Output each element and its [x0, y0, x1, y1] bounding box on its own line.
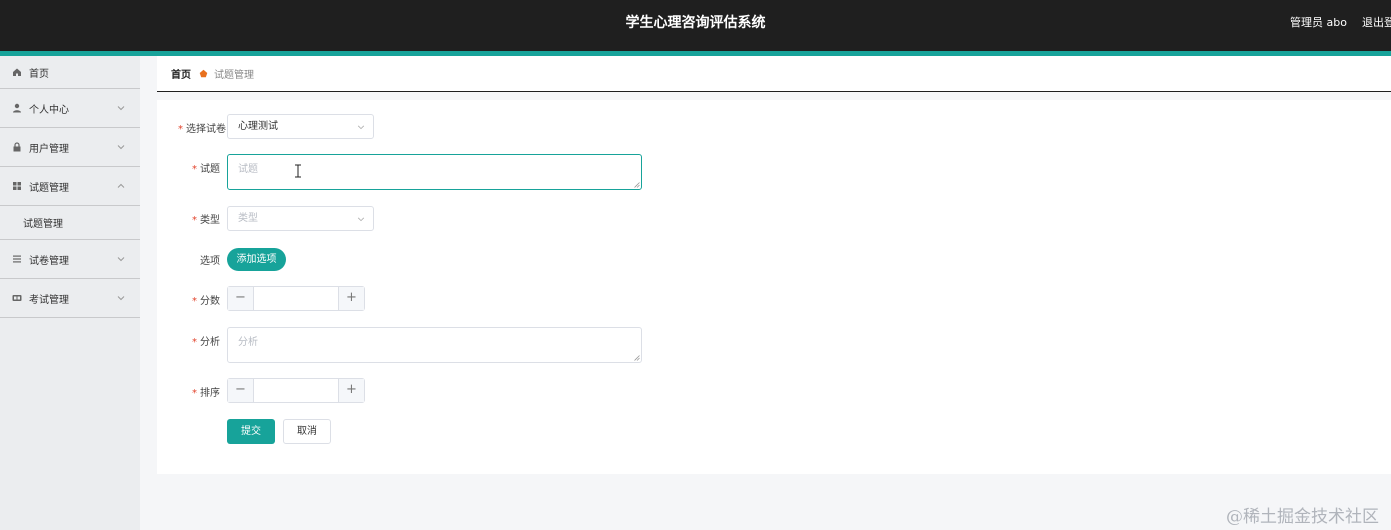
- question-label: * 试题: [192, 164, 220, 175]
- sidebar-item-label: 试卷管理: [29, 255, 69, 267]
- current-user: 管理员 abo: [1290, 16, 1347, 29]
- order-label: * 排序: [192, 388, 220, 399]
- sidebar-item-label: 个人中心: [29, 104, 69, 116]
- exam-icon: [12, 293, 22, 303]
- home-icon: [12, 67, 22, 77]
- main-content: 首页 试题管理 * 选择试卷 心理测试 * 试题 试题 * 类型 类型 选项 添加选项…: [157, 56, 1391, 530]
- question-textarea[interactable]: 试题: [227, 154, 642, 190]
- breadcrumb-separator-icon: [199, 69, 208, 78]
- paper-select-value: 心理测试: [238, 121, 278, 132]
- logout-link[interactable]: 退出登录: [1362, 0, 1391, 46]
- chevron-down-icon: [117, 296, 125, 301]
- user-icon: [12, 103, 22, 113]
- lock-icon: [12, 142, 22, 152]
- order-stepper[interactable]: − +: [227, 378, 365, 403]
- options-label: 选项: [200, 256, 220, 267]
- cancel-button[interactable]: 取消: [283, 419, 331, 444]
- resize-handle-icon[interactable]: [634, 355, 640, 361]
- score-value[interactable]: [255, 287, 337, 310]
- sidebar: 首页 个人中心 用户管理 试题管理 试题管理 试卷管理 考试管理: [0, 56, 140, 530]
- breadcrumb-current: 试题管理: [214, 70, 254, 81]
- score-decrement-button[interactable]: −: [228, 287, 254, 310]
- sidebar-item-label: 考试管理: [29, 294, 69, 306]
- sidebar-item-home[interactable]: 首页: [0, 56, 140, 89]
- paper-label: * 选择试卷: [178, 124, 226, 135]
- score-stepper[interactable]: − +: [227, 286, 365, 311]
- sidebar-item-users[interactable]: 用户管理: [0, 128, 140, 167]
- watermark: @稀土掘金技术社区: [1226, 507, 1379, 527]
- text-cursor-icon: [295, 164, 301, 178]
- app-title: 学生心理咨询评估系统: [625, 15, 766, 31]
- sidebar-subitem-question-management[interactable]: 试题管理: [0, 206, 140, 240]
- sidebar-item-label: 首页: [29, 68, 49, 80]
- score-increment-button[interactable]: +: [338, 287, 364, 310]
- chevron-down-icon: [357, 217, 365, 222]
- sidebar-item-papers[interactable]: 试卷管理: [0, 240, 140, 279]
- sidebar-item-label: 用户管理: [29, 143, 69, 155]
- add-option-button[interactable]: 添加选项: [227, 248, 286, 271]
- grid-icon: [12, 181, 22, 191]
- list-icon: [12, 254, 22, 264]
- chevron-up-icon: [117, 183, 125, 188]
- analysis-placeholder: 分析: [238, 337, 258, 348]
- analysis-textarea[interactable]: 分析: [227, 327, 642, 363]
- resize-handle-icon[interactable]: [634, 182, 640, 188]
- top-header: 学生心理咨询评估系统 管理员 abo: [0, 0, 1391, 51]
- sidebar-item-exams[interactable]: 考试管理: [0, 279, 140, 318]
- sidebar-item-label: 试题管理: [29, 182, 69, 194]
- analysis-label: * 分析: [192, 337, 220, 348]
- order-decrement-button[interactable]: −: [228, 379, 254, 402]
- breadcrumb-home[interactable]: 首页: [171, 66, 191, 81]
- type-select[interactable]: 类型: [227, 206, 374, 231]
- question-placeholder: 试题: [238, 164, 258, 175]
- breadcrumb: 首页 试题管理: [157, 56, 1391, 92]
- order-value[interactable]: [255, 379, 337, 402]
- score-label: * 分数: [192, 296, 220, 307]
- chevron-down-icon: [117, 257, 125, 262]
- sidebar-item-questions[interactable]: 试题管理: [0, 167, 140, 206]
- chevron-down-icon: [357, 125, 365, 130]
- order-increment-button[interactable]: +: [338, 379, 364, 402]
- type-label: * 类型: [192, 215, 220, 226]
- sidebar-item-profile[interactable]: 个人中心: [0, 89, 140, 128]
- type-placeholder: 类型: [238, 213, 258, 224]
- paper-select[interactable]: 心理测试: [227, 114, 374, 139]
- submit-button[interactable]: 提交: [227, 419, 275, 444]
- chevron-down-icon: [117, 145, 125, 150]
- question-form: * 选择试卷 心理测试 * 试题 试题 * 类型 类型 选项 添加选项 * 分数 − +…: [157, 100, 1391, 474]
- chevron-down-icon: [117, 106, 125, 111]
